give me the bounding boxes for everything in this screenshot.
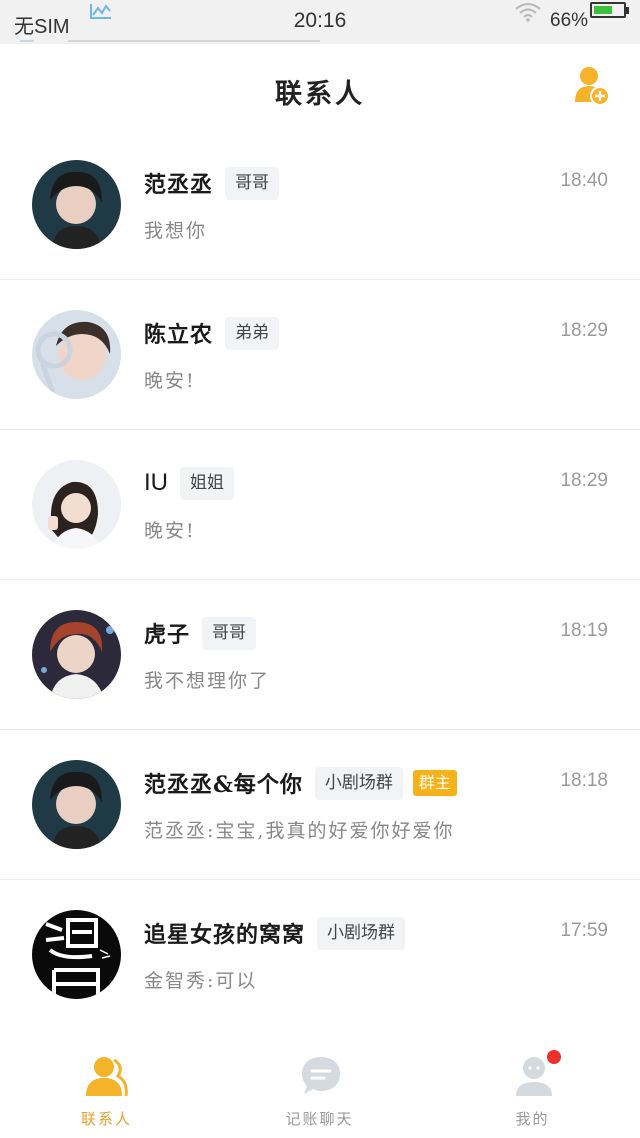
contact-name: 陈立农 [144,322,214,348]
contact-name: 范丞丞 [144,172,214,198]
relation-tag: 姐姐 [180,466,234,500]
contact-name: IU [144,469,168,496]
contact-name: 追星女孩的窝窝 [144,922,306,948]
last-message: 我不想理你了 [144,670,271,692]
name-line: 追星女孩的窝窝 小剧场群 [144,916,406,950]
avatar [32,760,121,849]
last-message: 我想你 [144,220,208,242]
avatar [32,310,121,399]
message-time: 18:19 [560,620,608,641]
avatar [32,910,121,999]
last-message: 晚安! [144,520,196,542]
notification-dot [547,1050,561,1064]
contact-row[interactable]: IU 姐姐 18:29 晚安! [0,430,640,580]
relation-tag: 哥哥 [202,616,257,650]
tab-chat[interactable]: 记账聊天 [213,1040,426,1138]
tab-contacts[interactable]: 联系人 [0,1040,213,1138]
contact-row[interactable]: 虎子 哥哥 18:19 我不想理你了 [0,580,640,730]
add-contact-icon[interactable] [574,66,610,106]
avatar [32,160,121,249]
message-time: 18:40 [560,170,608,191]
name-line: 范丞丞 哥哥 [144,166,280,200]
battery-tip [626,7,629,14]
tab-label: 记账聊天 [285,1110,354,1128]
battery-icon [590,2,626,18]
name-line: 陈立农 弟弟 [144,316,280,350]
relation-tag: 弟弟 [225,316,280,350]
contacts-icon [86,1057,128,1097]
battery-percent: 66% [550,10,589,31]
contact-name: 虎子 [144,622,191,648]
contact-list: 范丞丞 哥哥 18:40 我想你 陈立农 弟弟 18:29 晚安! IU 姐姐 … [0,130,640,1030]
message-time: 18:29 [560,320,608,341]
clock: 20:16 [293,9,347,32]
wifi-icon [515,2,541,22]
owner-badge: 群主 [412,770,457,796]
tab-label: 联系人 [80,1110,132,1128]
header: 联系人 [0,44,640,134]
name-line: 范丞丞&每个你 小剧场群 群主 [144,766,457,800]
battery-fill [594,6,612,14]
last-message: 金智秀:可以 [144,970,258,992]
group-tag: 小剧场群 [317,916,406,950]
tab-bar: 联系人 记账聊天 我的 [0,1040,640,1138]
name-line: IU 姐姐 [144,466,234,500]
message-time: 18:29 [560,470,608,491]
group-tag: 小剧场群 [314,766,403,800]
contact-name: 范丞丞&每个你 [144,772,303,798]
tab-me[interactable]: 我的 [426,1040,639,1138]
avatar [32,610,121,699]
contact-row[interactable]: 陈立农 弟弟 18:29 晚安! [0,280,640,430]
tab-label: 我的 [515,1110,550,1128]
name-line: 虎子 哥哥 [144,616,257,650]
status-bar: 无SIM 20:16 66% [0,0,640,44]
contact-row[interactable]: 追星女孩的窝窝 小剧场群 17:59 金智秀:可以 [0,880,640,1030]
contact-row[interactable]: 范丞丞 哥哥 18:40 我想你 [0,130,640,280]
avatar [32,460,121,549]
contact-row[interactable]: 范丞丞&每个你 小剧场群 群主 18:18 范丞丞:宝宝,我真的好爱你好爱你 [0,730,640,880]
last-message: 范丞丞:宝宝,我真的好爱你好爱你 [144,820,455,842]
relation-tag: 哥哥 [225,166,280,200]
last-message: 晚安! [144,370,196,392]
message-time: 18:18 [560,770,608,791]
message-time: 17:59 [560,920,608,941]
page-title: 联系人 [275,79,365,110]
chat-bubble-icon [302,1057,340,1094]
